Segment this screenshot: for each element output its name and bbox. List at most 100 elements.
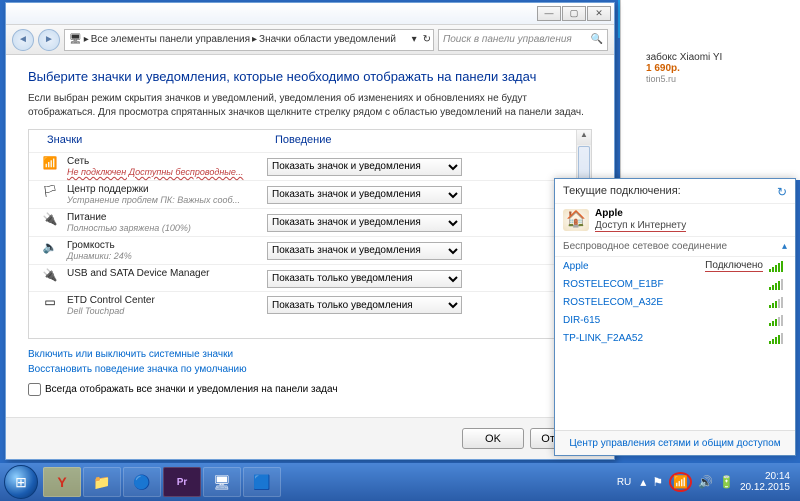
row-title: Питание	[67, 212, 267, 223]
row-subtitle: Динамики: 24%	[67, 251, 267, 261]
nav-forward-button[interactable]: ►	[38, 29, 60, 51]
page-subtitle: Если выбран режим скрытия значков и увед…	[28, 92, 592, 119]
table-row: 🔌 USB and SATA Device ManagerПоказать тол…	[29, 264, 591, 291]
wifi-network-item[interactable]: ROSTELECOM_E1BF	[555, 275, 795, 293]
breadcrumb[interactable]: 🖥 ▸ Все элементы панели управления ▸ Зна…	[64, 29, 434, 51]
col-header-icons: Значки	[47, 134, 275, 146]
nav-back-button[interactable]: ◄	[12, 29, 34, 51]
signal-icon	[769, 332, 787, 344]
close-button[interactable]: ✕	[587, 6, 611, 21]
breadcrumb-item-2[interactable]: Значки области уведомлений	[259, 34, 396, 45]
table-row: 🔈 ГромкостьДинамики: 24%Показать значок и…	[29, 236, 591, 264]
tray-date: 20.12.2015	[740, 482, 790, 493]
current-network-status: Доступ к Интернету	[595, 220, 686, 232]
table-row: 🔌 ПитаниеПолностью заряжена (100%)Показат…	[29, 208, 591, 236]
wifi-name: DIR-615	[563, 315, 600, 326]
wifi-name: ROSTELECOM_E1BF	[563, 279, 664, 290]
search-icon: 🔍	[591, 34, 603, 45]
row-subtitle: Dell Touchpad	[67, 306, 267, 316]
behavior-select[interactable]: Показать значок и уведомления	[267, 242, 462, 260]
connected-badge: Подключено	[705, 260, 763, 272]
breadcrumb-item-1[interactable]: Все элементы панели управления	[91, 34, 250, 45]
taskbar-item-premiere[interactable]: Pr	[163, 467, 201, 497]
ad-title: забокс Xiaomi YI	[646, 52, 796, 63]
always-show-label: Всегда отображать все значки и уведомлен…	[45, 384, 338, 395]
link-restore-defaults[interactable]: Восстановить поведение значка по умолчан…	[28, 364, 592, 375]
search-input[interactable]: Поиск в панели управления 🔍	[438, 29, 608, 51]
ad-site: tion5.ru	[646, 74, 796, 84]
always-show-checkbox-row[interactable]: Всегда отображать все значки и уведомлен…	[28, 383, 592, 396]
row-icon: 🔌	[41, 268, 59, 286]
behavior-select[interactable]: Показать значок и уведомления	[267, 158, 462, 176]
chevron-up-icon[interactable]: ▴	[782, 241, 787, 252]
network-flyout: Текущие подключения: ↻ 🏠 Apple Доступ к …	[554, 178, 796, 456]
icons-behavior-table: Значки Поведение 📶 СетьНе подключен Досту…	[28, 129, 592, 339]
ad-price: 1 690р.	[646, 63, 796, 74]
network-sharing-center-link[interactable]: Центр управления сетями и общим доступом	[569, 438, 780, 449]
tray-language[interactable]: RU	[614, 475, 634, 490]
row-icon: 🏳	[41, 184, 59, 202]
wifi-network-item[interactable]: DIR-615	[555, 311, 795, 329]
start-button[interactable]	[4, 465, 38, 499]
scroll-up-button[interactable]: ▲	[577, 130, 591, 145]
signal-icon	[769, 314, 787, 326]
behavior-select[interactable]: Показать значок и уведомления	[267, 214, 462, 232]
taskbar-item-yandex[interactable]: Y	[43, 467, 81, 497]
wifi-network-item[interactable]: TP-LINK_F2AA52	[555, 329, 795, 347]
wifi-name: Apple	[563, 261, 589, 272]
taskbar-item-explorer[interactable]: 📁	[83, 467, 121, 497]
tray-network-icon[interactable]: 📶	[669, 472, 692, 492]
taskbar[interactable]: Y 📁 🔵 Pr 🖥 🟦 RU ▴ ⚑ 📶 🔊 🔋 20:14 20.12.20…	[0, 463, 800, 501]
maximize-button[interactable]: ▢	[562, 6, 586, 21]
behavior-select[interactable]: Показать только уведомления	[267, 296, 462, 314]
wifi-name: ROSTELECOM_A32E	[563, 297, 663, 308]
table-row: ▭ ETD Control CenterDell TouchpadПоказать…	[29, 291, 591, 319]
row-icon: 📶	[41, 156, 59, 174]
row-title: Центр поддержки	[67, 184, 267, 195]
minimize-button[interactable]: —	[537, 6, 561, 21]
table-row: 🏳 Центр поддержкиУстранение проблем ПК: В…	[29, 180, 591, 208]
wireless-section-label: Беспроводное сетевое соединение	[563, 241, 727, 252]
page-title: Выберите значки и уведомления, которые н…	[28, 69, 592, 84]
table-row: 📶 СетьНе подключен Доступны беспроводные.…	[29, 152, 591, 180]
current-connections-label: Текущие подключения:	[563, 185, 681, 199]
tray-battery-icon[interactable]: 🔋	[719, 475, 734, 489]
tray-hidden-icons-button[interactable]: ▴	[640, 475, 646, 489]
current-network-name: Apple	[595, 208, 686, 219]
tray-time: 20:14	[740, 471, 790, 482]
signal-icon	[769, 260, 787, 272]
behavior-select[interactable]: Показать только уведомления	[267, 270, 462, 288]
row-subtitle: Устранение проблем ПК: Важных сооб...	[67, 195, 267, 205]
wifi-network-item[interactable]: Apple Подключено	[555, 257, 795, 275]
tray-clock[interactable]: 20:14 20.12.2015	[740, 471, 790, 493]
row-title: ETD Control Center	[67, 295, 267, 306]
row-title: Громкость	[67, 240, 267, 251]
wifi-network-item[interactable]: ROSTELECOM_A32E	[555, 293, 795, 311]
refresh-icon[interactable]: ↻	[777, 185, 787, 199]
row-subtitle: Полностью заряжена (100%)	[67, 223, 267, 233]
col-header-behavior: Поведение	[275, 134, 332, 146]
behavior-select[interactable]: Показать значок и уведомления	[267, 186, 462, 204]
wifi-name: TP-LINK_F2AA52	[563, 333, 643, 344]
taskbar-item-control-panel[interactable]: 🖥	[203, 467, 241, 497]
signal-icon	[769, 278, 787, 290]
breadcrumb-icon: 🖥	[69, 34, 82, 45]
taskbar-item-chrome[interactable]: 🔵	[123, 467, 161, 497]
row-subtitle: Не подключен Доступны беспроводные...	[67, 167, 267, 177]
titlebar[interactable]: — ▢ ✕	[6, 3, 614, 25]
always-show-checkbox[interactable]	[28, 383, 41, 396]
ad-block[interactable]: забокс Xiaomi YI 1 690р. tion5.ru	[646, 52, 796, 84]
row-icon: ▭	[41, 295, 59, 313]
row-title: USB and SATA Device Manager	[67, 268, 267, 279]
row-icon: 🔈	[41, 240, 59, 258]
row-icon: 🔌	[41, 212, 59, 230]
signal-icon	[769, 296, 787, 308]
control-panel-window: — ▢ ✕ ◄ ► 🖥 ▸ Все элементы панели управл…	[5, 2, 615, 460]
tray-volume-icon[interactable]: 🔊	[698, 475, 713, 489]
row-title: Сеть	[67, 156, 267, 167]
link-system-icons[interactable]: Включить или выключить системные значки	[28, 349, 592, 360]
tray-action-center-icon[interactable]: ⚑	[652, 475, 663, 489]
ok-button[interactable]: OK	[462, 428, 524, 449]
home-network-icon: 🏠	[563, 209, 589, 231]
taskbar-item-app[interactable]: 🟦	[243, 467, 281, 497]
